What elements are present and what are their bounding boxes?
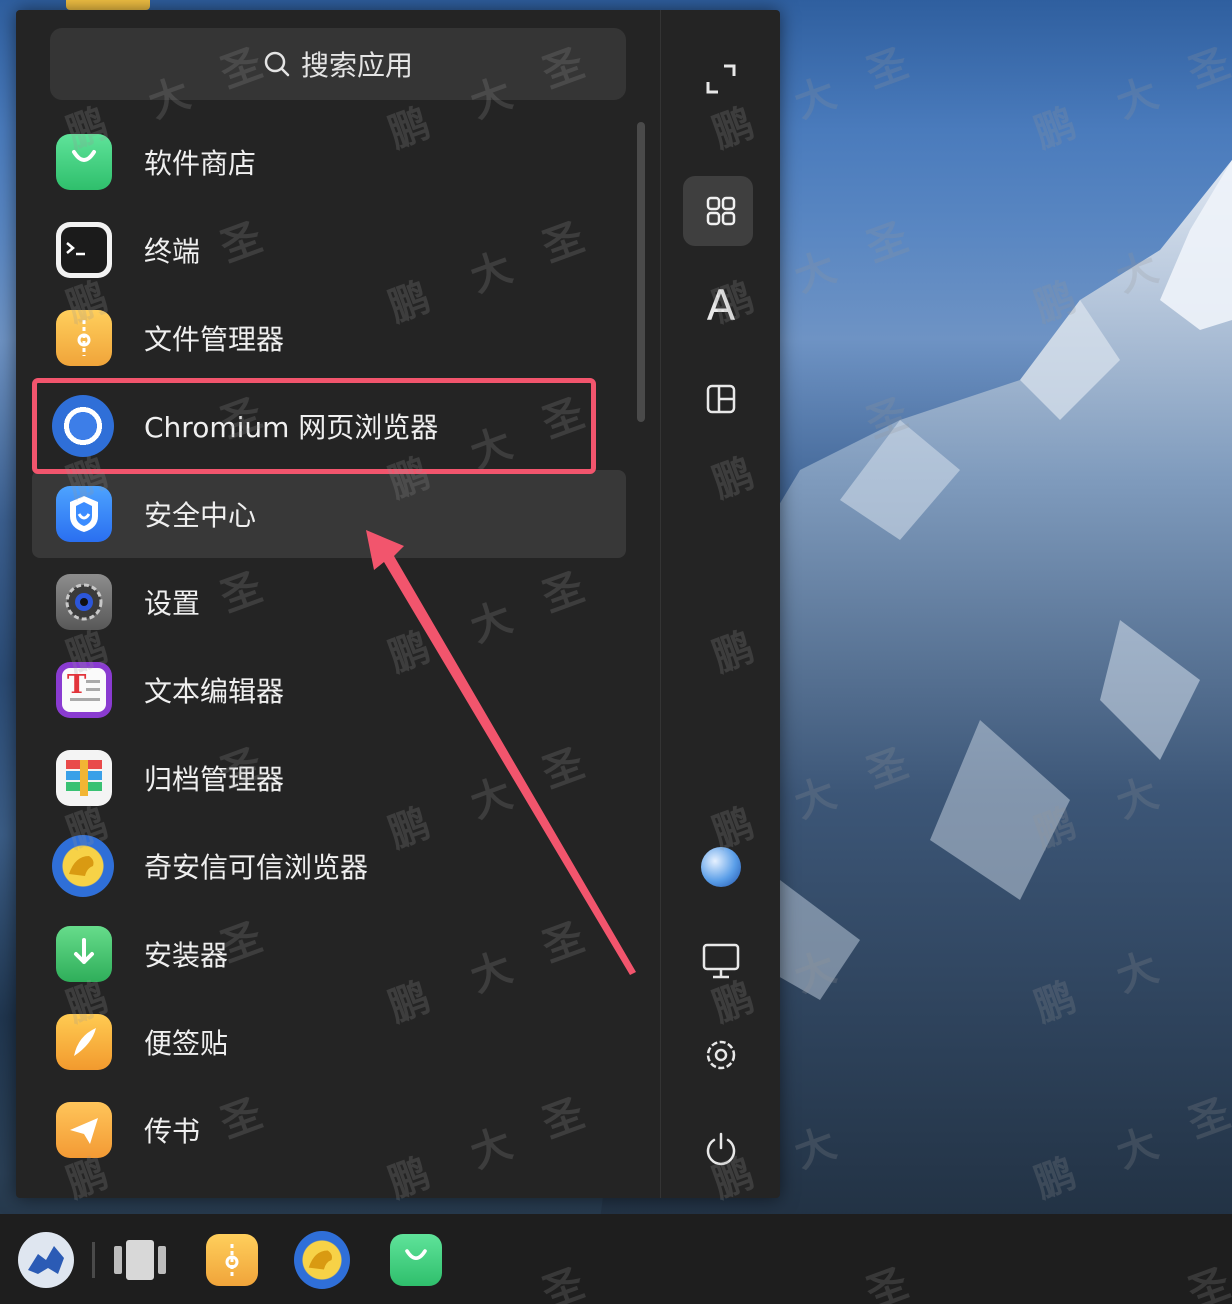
app-item-file-transfer[interactable]: 传书 — [32, 1086, 626, 1174]
settings-button[interactable] — [661, 1020, 781, 1090]
letter-sort-label: A — [706, 280, 736, 330]
multitask-view-button[interactable] — [112, 1232, 168, 1288]
app-label: 传书 — [144, 1115, 201, 1148]
settings-icon — [56, 574, 112, 630]
multitask-view-icon — [114, 1240, 166, 1280]
computer-icon — [702, 943, 740, 979]
sticky-notes-icon — [56, 1014, 112, 1070]
app-label: 设置 — [144, 587, 201, 620]
qianxin-browser-icon — [52, 835, 114, 897]
search-input[interactable]: 搜索应用 — [50, 28, 626, 100]
app-item-software-store[interactable]: 软件商店 — [32, 118, 626, 206]
app-store-icon — [390, 1234, 442, 1286]
app-label: 文本编辑器 — [144, 675, 285, 708]
installer-icon — [56, 926, 112, 982]
app-store-icon — [56, 134, 112, 190]
app-item-sticky-notes[interactable]: 便签贴 — [32, 998, 626, 1086]
letter-sort-button[interactable]: A — [661, 270, 781, 340]
app-item-qianxin-browser[interactable]: 奇安信可信浏览器 — [32, 822, 626, 910]
app-item-terminal[interactable]: 终端 — [32, 206, 626, 294]
taskbar-qianxin-browser[interactable] — [294, 1231, 350, 1289]
app-label: 软件商店 — [144, 147, 257, 180]
archive-manager-icon — [56, 750, 112, 806]
app-item-security-center[interactable]: 安全中心 — [32, 470, 626, 558]
app-list: 软件商店 终端 文件管理器 Chromium 网页浏览器 安全中心 设置 T 文… — [32, 118, 626, 1174]
app-label: 终端 — [144, 235, 201, 268]
taskbar-separator — [92, 1242, 95, 1278]
app-launcher: 搜索应用 软件商店 终端 文件管理器 Chromium 网页浏览器 安全中心 设… — [16, 10, 780, 1198]
view-all-button[interactable] — [661, 176, 781, 246]
start-menu-button[interactable] — [18, 1232, 74, 1288]
category-button[interactable] — [661, 364, 781, 434]
file-manager-icon — [56, 310, 112, 366]
text-editor-icon: T — [56, 662, 112, 718]
app-list-scrollbar[interactable] — [637, 122, 645, 422]
start-menu-icon — [18, 1232, 74, 1288]
expand-button[interactable] — [661, 44, 781, 114]
expand-icon — [706, 64, 736, 94]
user-avatar-icon — [701, 847, 741, 887]
app-label: Chromium 网页浏览器 — [144, 411, 439, 444]
terminal-icon — [56, 222, 112, 278]
power-icon — [706, 1132, 736, 1166]
file-transfer-icon — [56, 1102, 112, 1158]
file-manager-icon — [206, 1234, 258, 1286]
gear-icon — [706, 1040, 736, 1070]
power-button[interactable] — [661, 1114, 781, 1184]
app-label: 安全中心 — [144, 499, 257, 532]
taskbar-file-manager[interactable] — [204, 1232, 260, 1288]
category-icon — [706, 384, 736, 414]
security-center-icon — [56, 486, 112, 542]
search-placeholder: 搜索应用 — [300, 49, 413, 82]
qianxin-browser-icon — [294, 1231, 350, 1289]
app-item-text-editor[interactable]: T 文本编辑器 — [32, 646, 626, 734]
grid-icon — [706, 196, 736, 226]
app-list-panel: 搜索应用 软件商店 终端 文件管理器 Chromium 网页浏览器 安全中心 设… — [16, 10, 660, 1198]
launcher-sidebar: A — [660, 10, 781, 1198]
app-label: 奇安信可信浏览器 — [144, 851, 369, 884]
user-avatar-button[interactable] — [661, 832, 781, 902]
taskbar-app-store[interactable] — [388, 1232, 444, 1288]
search-icon — [264, 51, 290, 77]
app-label: 便签贴 — [144, 1027, 229, 1060]
app-item-installer[interactable]: 安装器 — [32, 910, 626, 998]
app-label: 安装器 — [144, 939, 229, 972]
app-label: 归档管理器 — [144, 763, 285, 796]
app-item-settings[interactable]: 设置 — [32, 558, 626, 646]
chromium-icon — [52, 395, 114, 457]
computer-button[interactable] — [661, 926, 781, 996]
app-label: 文件管理器 — [144, 323, 285, 356]
app-item-chromium[interactable]: Chromium 网页浏览器 — [32, 382, 626, 470]
desktop-folder-icon[interactable] — [66, 0, 150, 10]
app-item-file-manager[interactable]: 文件管理器 — [32, 294, 626, 382]
app-item-archive-manager[interactable]: 归档管理器 — [32, 734, 626, 822]
taskbar — [0, 1214, 1232, 1304]
